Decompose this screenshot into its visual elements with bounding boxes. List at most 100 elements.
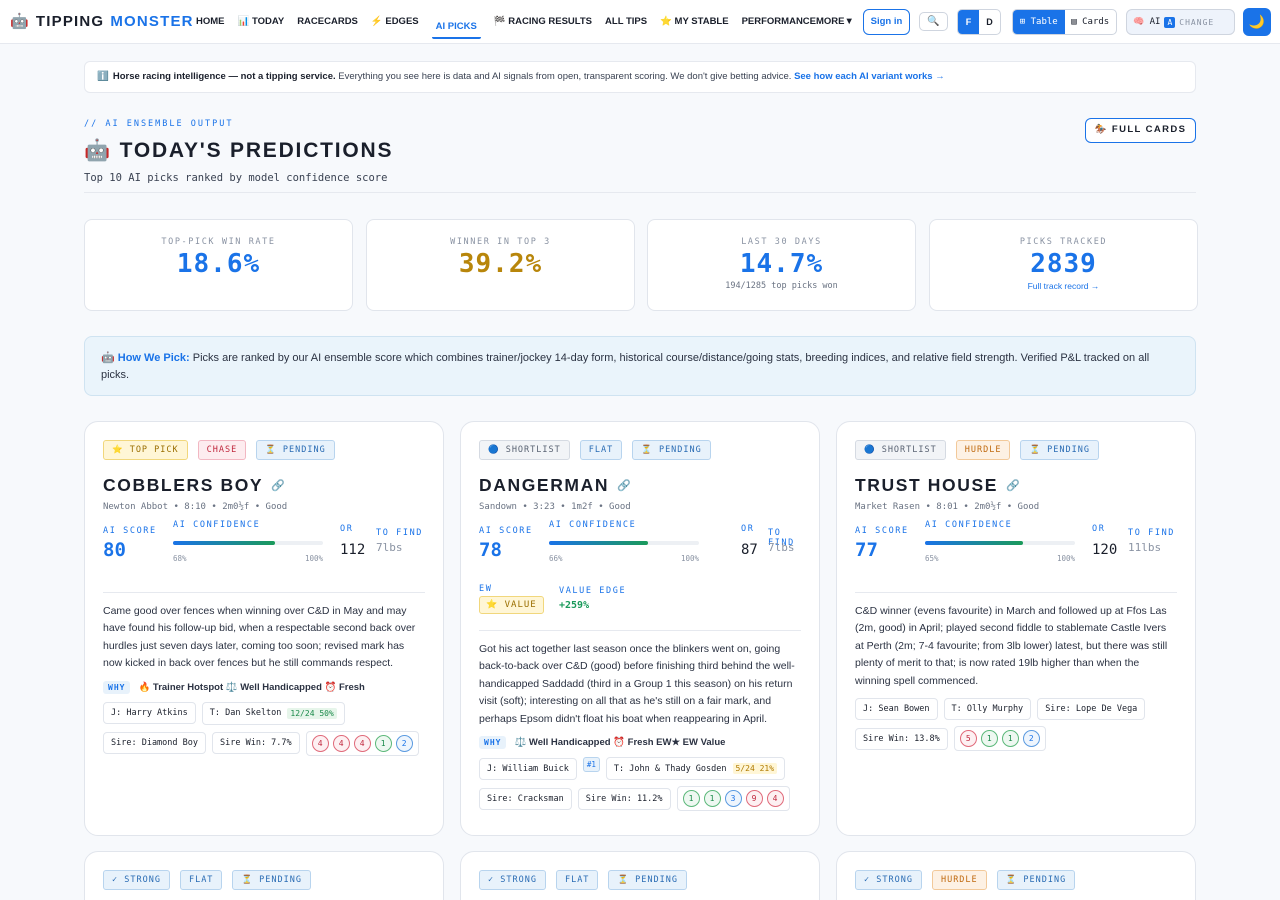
- trainer-chip[interactable]: T: Dan Skelton 12/24 50%: [201, 701, 345, 725]
- link-icon[interactable]: 🔗: [1006, 479, 1021, 492]
- to-find-label: TO FIND: [1128, 528, 1176, 538]
- trainer-stat: 12/24 50%: [287, 707, 337, 719]
- race-type-tag: FLAT: [179, 870, 223, 890]
- full-track-record-link[interactable]: Full track record →: [930, 281, 1197, 291]
- jockey-chip[interactable]: J: Sean Bowen: [855, 698, 938, 721]
- jockey-chip[interactable]: J: William Buick: [479, 757, 577, 780]
- strong-tag: ✓ STRONG: [479, 870, 546, 890]
- ai-confidence-label: AI CONFIDENCE: [549, 520, 637, 530]
- ai-confidence-label: AI CONFIDENCE: [925, 520, 1013, 530]
- pick-description: Came good over fences when winning over …: [103, 605, 416, 670]
- pick-card[interactable]: ⭐ TOP PICK CHASE ⏳ PENDING COBBLERS BOY …: [84, 421, 444, 836]
- odds-decimal-button[interactable]: D: [979, 10, 1000, 34]
- sire-win-chip: Sire Win: 11.2%: [577, 787, 671, 810]
- horse-name[interactable]: TRUST HOUSE 🔗: [855, 475, 1177, 496]
- nav-today[interactable]: 📊 TODAY: [238, 0, 285, 44]
- race-type-tag: FLAT: [579, 440, 623, 460]
- horse-name-text: TRUST HOUSE: [855, 475, 999, 495]
- odds-fractional-button[interactable]: F: [958, 10, 979, 34]
- race-type-tag: HURDLE: [931, 870, 987, 890]
- link-icon[interactable]: 🔗: [617, 479, 632, 492]
- nav-my-stable[interactable]: ⭐ MY STABLE: [660, 0, 728, 44]
- nav-edges[interactable]: ⚡ EDGES: [371, 0, 419, 44]
- horse-name-text: COBBLERS BOY: [103, 475, 264, 495]
- moon-icon[interactable]: 🌙: [1243, 8, 1271, 36]
- status-tag: ⏳ PENDING: [996, 870, 1076, 890]
- to-find-label: TO FIND: [376, 528, 424, 538]
- trainer-stat: 5/24 21%: [732, 763, 778, 775]
- card-tags: ✓ STRONG HURDLE ⏳ PENDING: [855, 870, 1177, 890]
- ai-confidence-label: AI CONFIDENCE: [173, 520, 261, 530]
- nav-performance[interactable]: PERFORMANCE: [742, 0, 816, 44]
- why-label: WHY: [103, 680, 131, 694]
- card-tags: 🔵 SHORTLIST FLAT ⏳ PENDING: [479, 440, 801, 460]
- status-tag: ⏳ PENDING: [608, 870, 687, 890]
- or-label: OR: [1092, 524, 1106, 534]
- horse-name[interactable]: COBBLERS BOY 🔗: [103, 475, 425, 496]
- search-icon[interactable]: 🔍: [919, 12, 948, 31]
- pick-card[interactable]: 🔵 SHORTLIST FLAT ⏳ PENDING DANGERMAN 🔗 S…: [460, 421, 820, 836]
- more-menu[interactable]: MORE▼: [816, 16, 854, 27]
- jockey-chip[interactable]: J: Harry Atkins: [103, 702, 196, 725]
- form-position: 5: [959, 730, 977, 748]
- top-nav: 🤖 TIPPING MONSTER HOME 📊 TODAY RACECARDS…: [0, 0, 1280, 44]
- card-divider: [479, 630, 801, 631]
- trainer-name: T: John & Thady Gosden: [613, 763, 727, 774]
- sire-win-chip: Sire Win: 13.8%: [855, 727, 948, 750]
- race-info: Market Rasen • 8:01 • 2m0½f • Good: [855, 502, 1040, 512]
- form-position: 4: [311, 734, 329, 752]
- ew-label: EW: [479, 584, 493, 594]
- sire-chip[interactable]: Sire: Diamond Boy: [103, 732, 206, 755]
- race-info: Sandown • 3:23 • 1m2f • Good: [479, 502, 631, 512]
- brand-logo[interactable]: 🤖 TIPPING MONSTER: [10, 12, 194, 31]
- card-tags: ⭐ TOP PICK CHASE ⏳ PENDING: [103, 440, 425, 460]
- pick-card[interactable]: ✓ STRONG HURDLE ⏳ PENDING: [836, 851, 1196, 900]
- view-table-button[interactable]: ⊞ Table: [1013, 10, 1065, 34]
- or-value: 112: [340, 542, 366, 558]
- status-tag: ⏳ PENDING: [1020, 440, 1100, 460]
- score-row: AI SCORE 77 AI CONFIDENCE 65% 100% OR 12…: [855, 520, 1177, 592]
- form-position: 4: [353, 734, 371, 752]
- pick-card[interactable]: ✓ STRONG FLAT ⏳ PENDING: [460, 851, 820, 900]
- nav-all-tips[interactable]: ALL TIPS: [605, 0, 647, 44]
- nav-ai-picks[interactable]: AI PICKS: [431, 5, 481, 39]
- sire-chip[interactable]: Sire: Cracksman: [479, 787, 572, 810]
- stat-winner-in-top-3: WINNER IN TOP 3 39.2%: [366, 219, 635, 311]
- form-position: 9: [745, 790, 763, 808]
- ai-score-value: 78: [479, 539, 502, 561]
- status-tag: ⏳ PENDING: [232, 870, 311, 890]
- confidence-bar: [173, 541, 323, 545]
- horse-name[interactable]: DANGERMAN 🔗: [479, 475, 801, 496]
- nav-racing-results[interactable]: 🏁 RACING RESULTS: [494, 0, 592, 44]
- confidence-max: 100%: [1057, 554, 1076, 563]
- nav-home[interactable]: HOME: [196, 0, 225, 44]
- nav-racecards[interactable]: RACECARDS: [297, 0, 358, 44]
- ai-variant-selector[interactable]: 🧠 AI A CHANGE: [1126, 9, 1235, 35]
- jockey-rank-badge: #1: [582, 757, 600, 773]
- trainer-chip[interactable]: T: Olly Murphy: [943, 698, 1032, 721]
- card-tags: ✓ STRONG FLAT ⏳ PENDING: [479, 870, 801, 890]
- stat-value: 2839: [1030, 249, 1097, 279]
- sign-in-button[interactable]: Sign in: [863, 9, 910, 35]
- race-type-tag: HURDLE: [955, 440, 1011, 460]
- pick-card[interactable]: ✓ STRONG FLAT ⏳ PENDING: [84, 851, 444, 900]
- confidence-bar: [549, 541, 699, 545]
- value-edge-label: VALUE EDGE: [559, 586, 627, 596]
- horse-name-text: DANGERMAN: [479, 475, 610, 495]
- or-label: OR: [741, 524, 755, 534]
- form-position: 4: [766, 790, 784, 808]
- card-tags: 🔵 SHORTLIST HURDLE ⏳ PENDING: [855, 440, 1177, 460]
- view-cards-button[interactable]: ▤ Cards: [1065, 10, 1117, 34]
- sire-chip[interactable]: Sire: Lope De Vega: [1037, 698, 1146, 721]
- ai-score-label: AI SCORE: [855, 526, 909, 536]
- link-icon[interactable]: 🔗: [271, 479, 286, 492]
- info-icon: ℹ️: [97, 71, 109, 82]
- banner-link[interactable]: See how each AI variant works →: [794, 71, 945, 82]
- ai-score-label: AI SCORE: [479, 526, 533, 536]
- trainer-chip[interactable]: T: John & Thady Gosden 5/24 21%: [605, 757, 786, 781]
- pick-card[interactable]: 🔵 SHORTLIST HURDLE ⏳ PENDING TRUST HOUSE…: [836, 421, 1196, 836]
- form-position: 3: [724, 790, 742, 808]
- pick-description: Got his act together last season once th…: [479, 643, 795, 725]
- race-type-tag: FLAT: [555, 870, 599, 890]
- full-cards-button[interactable]: 🏇 FULL CARDS: [1085, 118, 1196, 143]
